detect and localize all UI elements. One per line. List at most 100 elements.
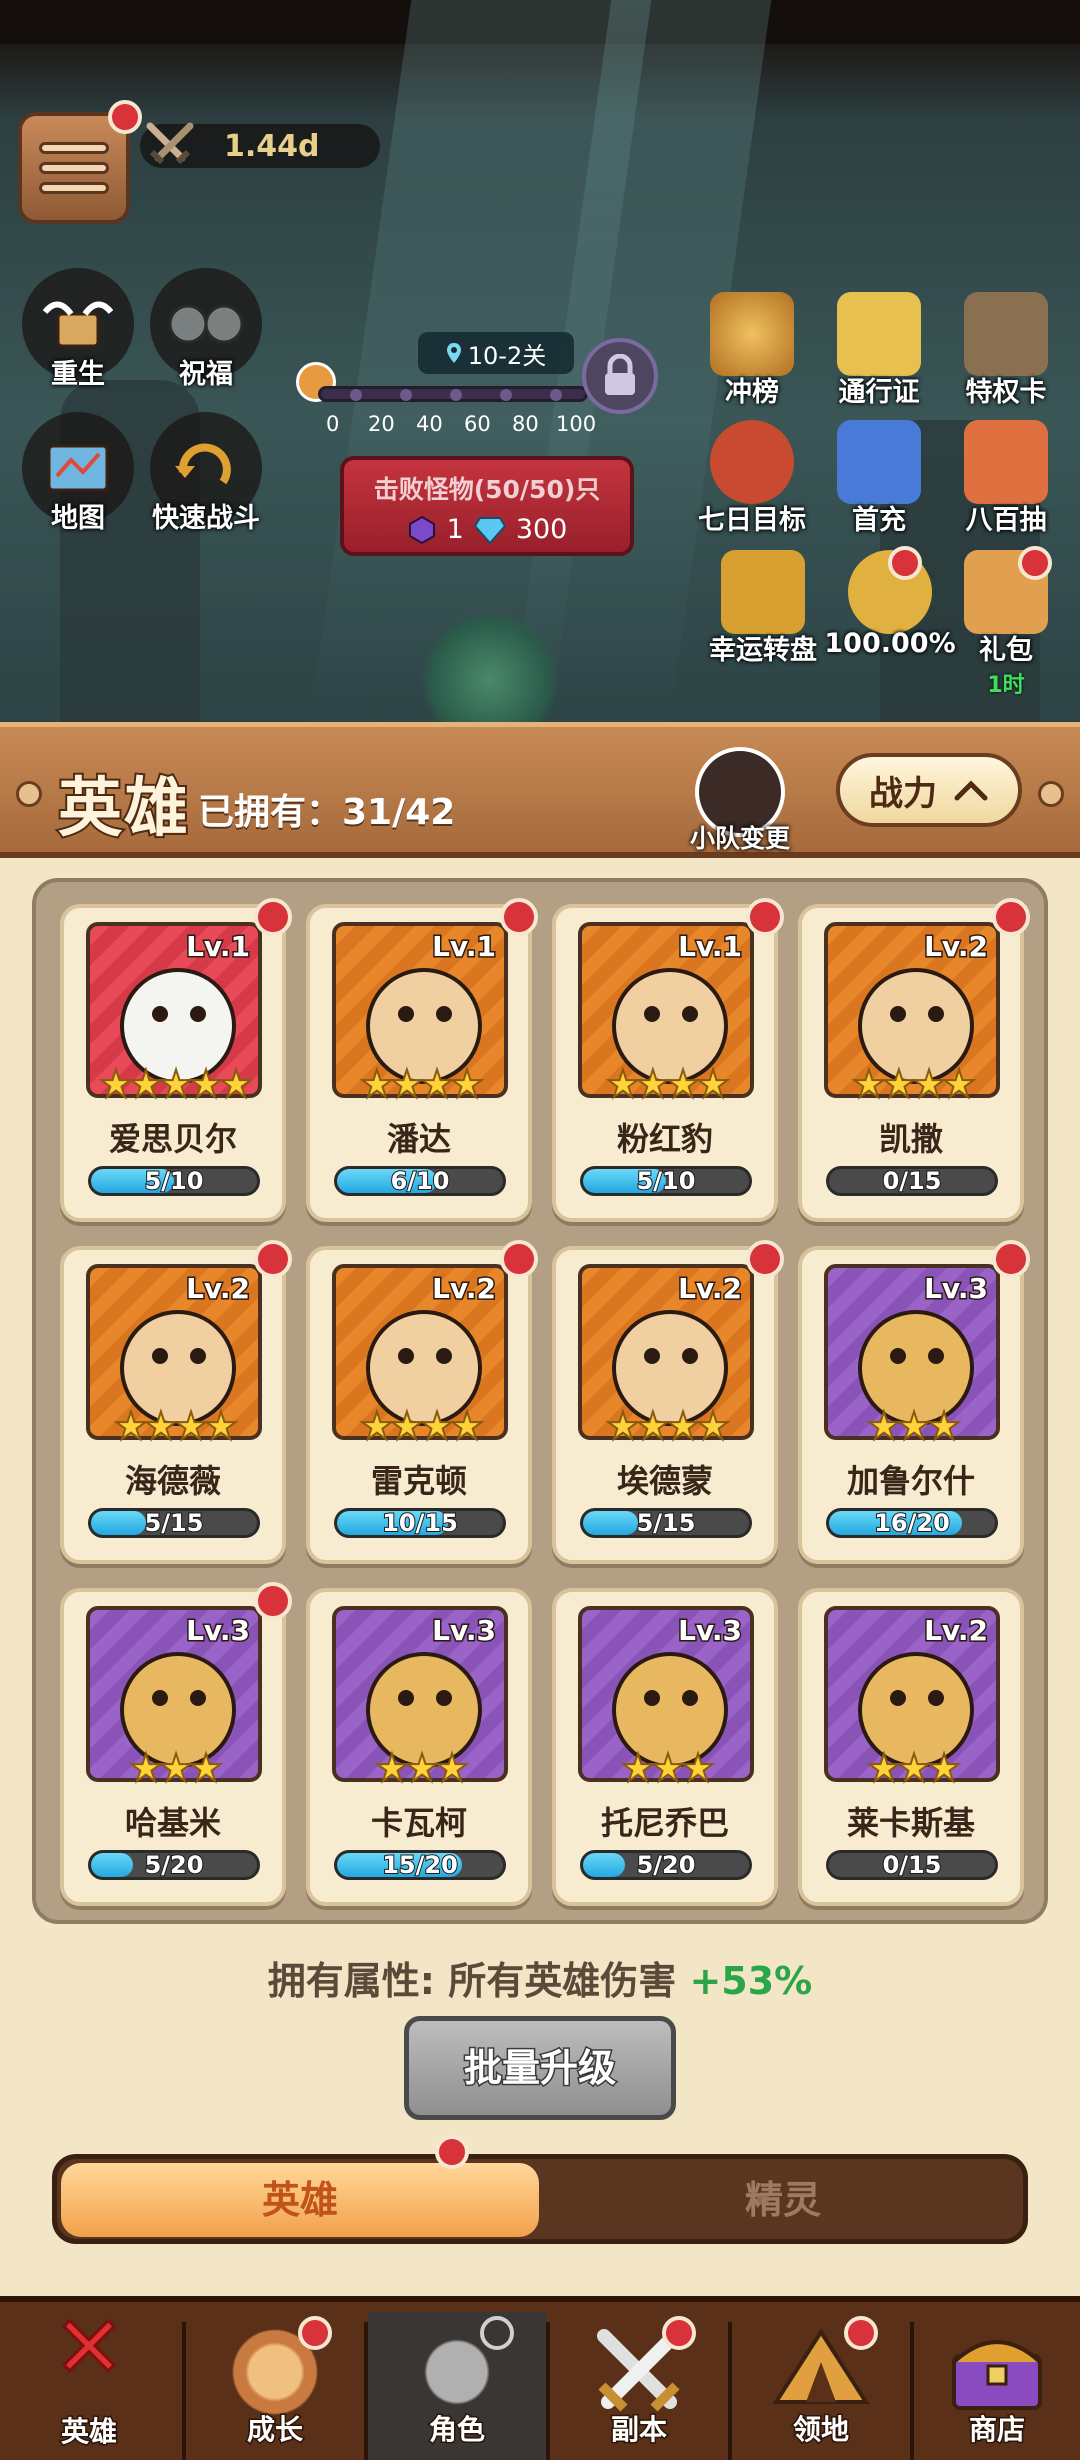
event-eight-hundred[interactable]: 八百抽 — [942, 420, 1070, 537]
hero-card[interactable]: Lv.2 ★★★★ 凯撒 0/15 — [798, 898, 1030, 1222]
hero-name: 莱卡斯基 — [846, 1804, 975, 1842]
hero-card[interactable]: Lv.3 ★★★ 哈基米 5/20 — [60, 1582, 292, 1906]
hero-level: Lv.1 — [431, 929, 498, 965]
event-rank[interactable]: 冲榜 — [688, 292, 816, 409]
hero-level: Lv.2 — [923, 1613, 990, 1649]
nav-growth[interactable]: 成长 — [186, 2316, 364, 2460]
batch-upgrade-button[interactable]: 批量升级 — [404, 2016, 676, 2120]
hero-card[interactable]: Lv.2 ★★★★ 埃德蒙 5/15 — [552, 1240, 784, 1564]
event-seven-day[interactable]: 七日目标 — [688, 420, 816, 537]
nav-label: 副本 — [609, 2412, 668, 2448]
hero-stars: ★★★★★ — [98, 1062, 254, 1106]
hero-card[interactable]: Lv.1 ★★★★ 潘达 6/10 — [306, 898, 538, 1222]
progress-text: 5/10 — [636, 1167, 697, 1195]
hero-stars: ★★★★ — [359, 1404, 485, 1448]
progress-text: 5/20 — [144, 1851, 205, 1879]
hero-card[interactable]: Lv.2 ★★★★ 雷克顿 10/15 — [306, 1240, 538, 1564]
notification-dot — [844, 2316, 878, 2350]
progress-text: 6/10 — [390, 1167, 451, 1195]
event-label: 八百抽 — [965, 505, 1047, 536]
hero-card[interactable]: Lv.2 ★★★★ 海德薇 5/15 — [60, 1240, 292, 1564]
tab-spirit[interactable]: 精灵 — [543, 2163, 1023, 2237]
main-menu-button[interactable] — [18, 100, 142, 224]
hero-name: 加鲁尔什 — [846, 1462, 975, 1500]
notification-dot — [254, 1240, 292, 1278]
hero-shard-progress: 5/15 — [580, 1508, 752, 1538]
event-privilege[interactable]: 特权卡 — [942, 292, 1070, 409]
menu-line — [39, 182, 109, 194]
notification-dot — [500, 898, 538, 936]
hero-panel-body: Lv.1 ★★★★★ 爱思贝尔 5/10 Lv.1 ★★★★ 潘达 6/10 Lv.1 ★★★★ 粉… — [0, 858, 1080, 2308]
hero-name: 潘达 — [386, 1120, 451, 1158]
defeat-rewards: 1 300 — [344, 514, 630, 545]
stage-tick: 40 — [416, 412, 443, 436]
hero-shard-progress: 5/10 — [580, 1166, 752, 1196]
gift-timer: 1时 — [987, 673, 1025, 698]
hero-grid: Lv.1 ★★★★★ 爱思贝尔 5/10 Lv.1 ★★★★ 潘达 6/10 Lv.1 ★★★★ 粉… — [32, 878, 1048, 1924]
notification-dot — [108, 100, 142, 134]
hero-card[interactable]: Lv.3 ★★★ 加鲁尔什 16/20 — [798, 1240, 1030, 1564]
hero-card[interactable]: Lv.3 ★★★ 卡瓦柯 15/20 — [306, 1588, 532, 1906]
hero-eye — [890, 1690, 906, 1706]
hero-card[interactable]: Lv.1 ★★★★★ 爱思贝尔 5/10 — [60, 898, 292, 1222]
hero-shard-progress: 0/15 — [826, 1850, 998, 1880]
fast-battle-button[interactable]: 快速战斗 — [148, 412, 264, 535]
hero-eye — [890, 1348, 906, 1364]
notification-dot — [254, 1582, 292, 1620]
tab-hero[interactable]: 英雄 — [61, 2163, 539, 2237]
nav-territory[interactable]: 领地 — [732, 2316, 910, 2460]
event-bonus[interactable]: 100.00% — [820, 546, 960, 659]
panel-title: 英雄 — [56, 770, 190, 848]
hero-stars: ★★★ — [620, 1746, 716, 1790]
notification-dot — [662, 2316, 696, 2350]
map-button[interactable]: 地图 — [20, 412, 136, 535]
hero-shard-progress: 10/15 — [334, 1508, 506, 1538]
blessing-button[interactable]: 祝福 — [148, 268, 264, 391]
hero-stars: ★★★★ — [605, 1062, 731, 1106]
hero-stars: ★★★★ — [359, 1062, 485, 1106]
rebirth-button[interactable]: 重生 — [20, 268, 136, 391]
hero-stars: ★★★ — [866, 1404, 962, 1448]
event-label: 礼包 — [979, 635, 1033, 666]
hero-shard-progress: 5/10 — [88, 1166, 260, 1196]
hero-name: 埃德蒙 — [616, 1462, 713, 1500]
notification-dot — [500, 1240, 538, 1278]
hero-level: Lv.3 — [431, 1613, 498, 1649]
nav-shop[interactable]: 商店 — [914, 2322, 1080, 2460]
hero-eye — [928, 1690, 944, 1706]
privilege-card-icon — [964, 292, 1048, 376]
boss-lock-button[interactable] — [582, 338, 658, 414]
hero-panel-header: 英雄 已拥有：31/42 小队变更 战力 — [0, 722, 1080, 858]
hero-eye — [190, 1690, 206, 1706]
menu-line — [39, 162, 109, 174]
hero-stars: ★★★ — [128, 1746, 224, 1790]
event-label: 100.00% — [824, 628, 956, 659]
team-change-button[interactable]: 小队变更 — [690, 747, 790, 855]
event-lucky-wheel[interactable]: 幸运转盘 — [688, 550, 838, 667]
event-label: 首充 — [852, 505, 906, 536]
nav-dungeon[interactable]: 副本 — [550, 2316, 728, 2460]
defeat-monsters-button[interactable]: 击败怪物(50/50)只 1 300 — [340, 456, 634, 556]
hero-eye — [152, 1006, 168, 1022]
sort-by-power-button[interactable]: 战力 — [836, 753, 1022, 827]
hero-card[interactable]: Lv.2 ★★★ 莱卡斯基 0/15 — [798, 1588, 1024, 1906]
event-pass[interactable]: 通行证 — [815, 292, 943, 409]
first-recharge-icon — [837, 420, 921, 504]
location-pin-icon — [446, 343, 461, 363]
hero-card[interactable]: Lv.3 ★★★ 托尼乔巴 5/20 — [552, 1588, 778, 1906]
hero-card[interactable]: Lv.1 ★★★★ 粉红豹 5/10 — [552, 898, 784, 1222]
event-label: 幸运转盘 — [709, 635, 817, 666]
nav-hero[interactable]: ✕ 英雄 — [0, 2301, 178, 2450]
event-gift-pack[interactable]: 礼包 1时 — [942, 546, 1070, 699]
hero-name: 哈基米 — [124, 1804, 221, 1842]
progress-node — [450, 389, 462, 401]
progress-text: 5/15 — [144, 1509, 205, 1537]
nav-role[interactable]: 角色 — [368, 2312, 546, 2460]
game-scene: 1.44d 重生 祝福 地图 快速战斗 10-2关 0 20 40 60 80 … — [0, 0, 1080, 730]
progress-node — [550, 389, 562, 401]
progress-text: 15/20 — [381, 1851, 459, 1879]
lock-icon — [605, 354, 635, 395]
progress-text: 16/20 — [873, 1509, 951, 1537]
event-first-recharge[interactable]: 首充 — [815, 420, 943, 537]
progress-text: 5/15 — [636, 1509, 697, 1537]
